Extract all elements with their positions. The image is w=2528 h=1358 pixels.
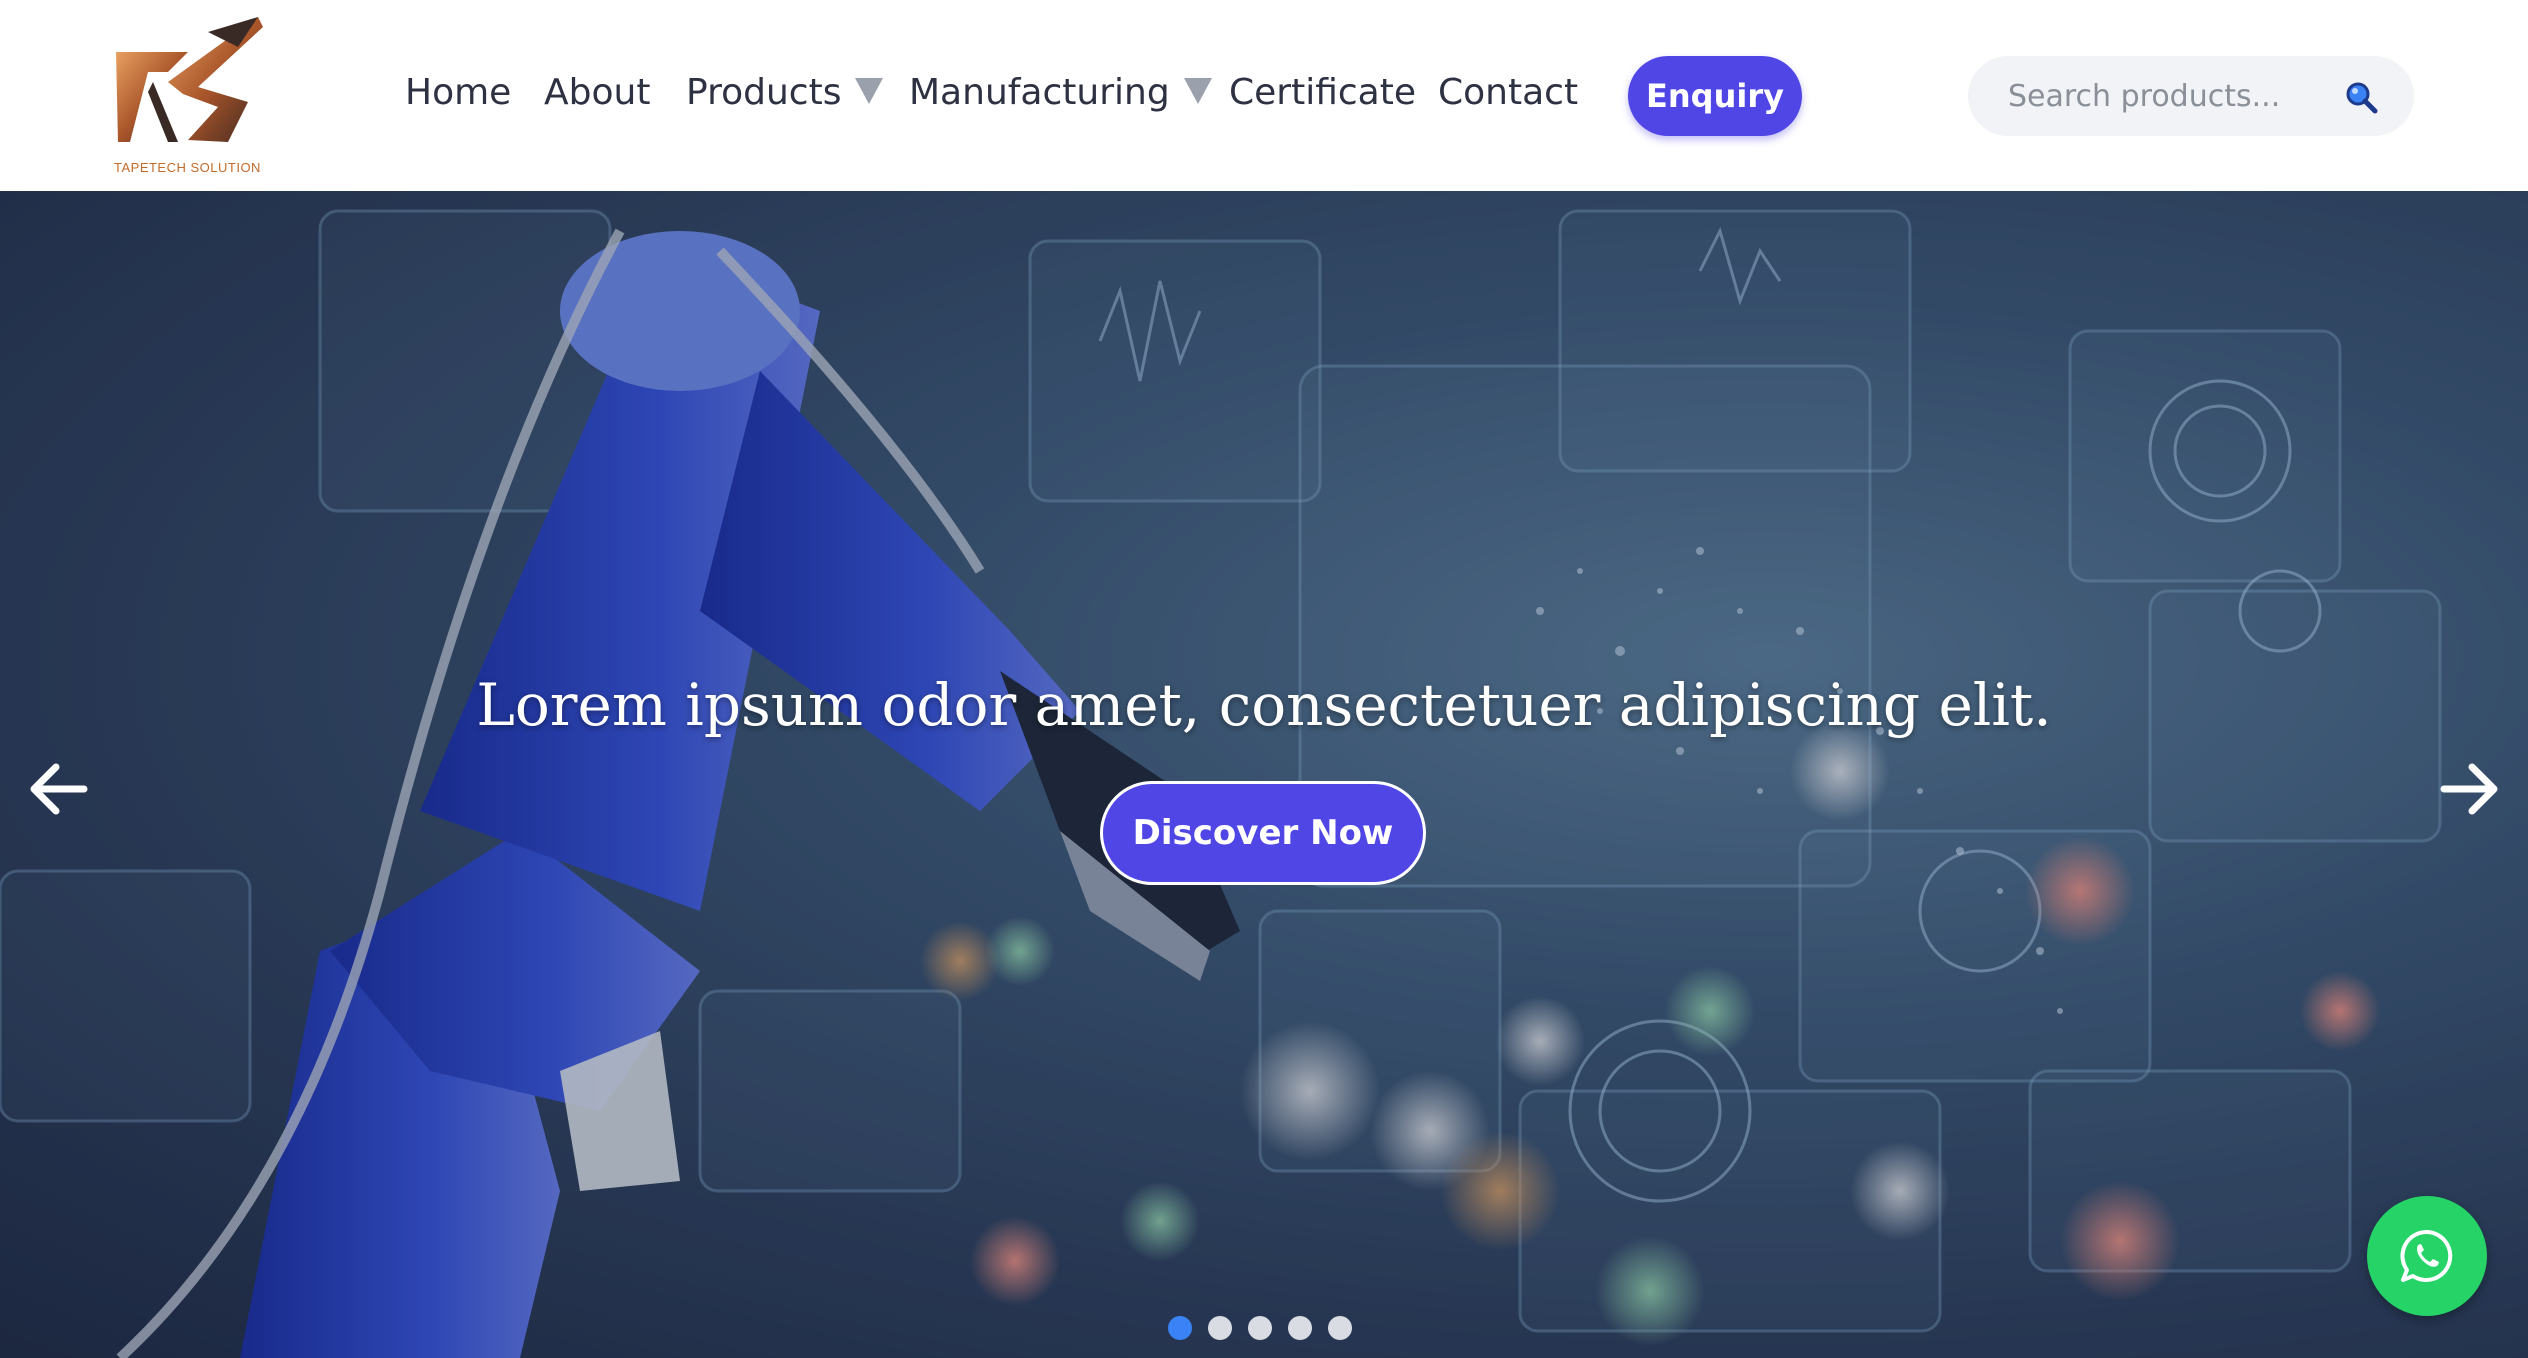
caret-down-icon	[1183, 78, 1212, 104]
arrow-right-icon[interactable]	[2438, 757, 2502, 821]
site-header: TAPETECH SOLUTION Home About Products Ma…	[0, 0, 2528, 191]
nav-about-label: About	[544, 72, 651, 113]
nav-certificate-label: Certificate	[1229, 72, 1416, 113]
slide-dot-3[interactable]	[1248, 1316, 1272, 1340]
logo-mark-icon	[116, 17, 263, 142]
nav-products-label: Products	[686, 72, 842, 113]
hero-slider: Lorem ipsum odor amet, consectetuer adip…	[0, 191, 2528, 1358]
hero-headline: Lorem ipsum odor amet, consectetuer adip…	[476, 671, 2052, 739]
arrow-left-icon[interactable]	[26, 757, 90, 821]
nav-contact-label: Contact	[1438, 72, 1579, 113]
slide-dot-4[interactable]	[1288, 1316, 1312, 1340]
enquiry-button[interactable]: Enquiry	[1628, 56, 1802, 136]
brand-logo[interactable]	[108, 12, 268, 177]
whatsapp-icon	[2400, 1229, 2453, 1282]
hero-overlay	[0, 191, 2528, 1358]
slide-dot-5[interactable]	[1328, 1316, 1352, 1340]
nav-about[interactable]: About	[544, 72, 650, 113]
nav-manufacturing[interactable]: Manufacturing	[909, 72, 1212, 113]
search-input[interactable]	[2006, 77, 2340, 115]
slide-dot-2[interactable]	[1208, 1316, 1232, 1340]
magnifier-icon[interactable]	[2344, 80, 2378, 114]
nav-manufacturing-label: Manufacturing	[909, 72, 1170, 113]
nav-home[interactable]: Home	[405, 72, 511, 113]
nav-contact[interactable]: Contact	[1438, 72, 1578, 113]
nav-home-label: Home	[405, 72, 512, 113]
nav-certificate[interactable]: Certificate	[1229, 72, 1416, 113]
search-box	[1968, 56, 2414, 136]
brand-name: TAPETECH SOLUTION	[114, 160, 261, 175]
caret-down-icon	[855, 78, 884, 104]
whatsapp-button[interactable]	[2367, 1196, 2487, 1316]
slide-indicators	[1168, 1316, 1352, 1340]
discover-now-button[interactable]: Discover Now	[1100, 781, 1426, 885]
slide-dot-1[interactable]	[1168, 1316, 1192, 1340]
nav-products[interactable]: Products	[686, 72, 884, 113]
